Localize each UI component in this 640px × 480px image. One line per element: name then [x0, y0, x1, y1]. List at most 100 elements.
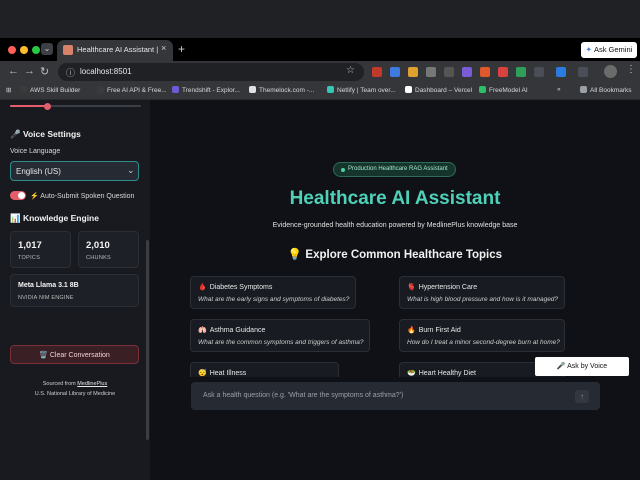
- folder-icon: [580, 86, 587, 93]
- bookmark-label: Netlify | Team over...: [337, 87, 396, 94]
- extensions-puzzle-icon[interactable]: [578, 67, 588, 77]
- site-info-icon[interactable]: ⓘ: [66, 66, 75, 79]
- sidebar-slider-thumb[interactable]: [44, 103, 51, 110]
- extension-icon[interactable]: [498, 67, 508, 77]
- extension-icon[interactable]: [516, 67, 526, 77]
- topic-title-text: Heat Illness: [209, 370, 247, 377]
- chunks-count: 2,010: [86, 240, 110, 251]
- chat-input-placeholder: Ask a health question (e.g. 'What are th…: [203, 392, 404, 399]
- profile-avatar[interactable]: [604, 65, 617, 78]
- bookmark-label: Free AI API & Free...: [107, 87, 167, 94]
- topic-card-burn[interactable]: 🔥 Burn First Aid How do I treat a minor s…: [399, 319, 565, 352]
- topic-question: How do I treat a minor second-degree bur…: [407, 339, 560, 346]
- chevron-down-icon: ⌄: [127, 165, 135, 175]
- send-arrow-icon[interactable]: ↑: [575, 390, 589, 403]
- sidebar-slider-fill: [10, 105, 47, 107]
- bookmarks-bar: ⊞ AWS Skill Builder Free AI API & Free..…: [0, 83, 640, 100]
- badge-label: Production Healthcare RAG Assistant: [348, 166, 448, 172]
- window-minimize-button[interactable]: [20, 46, 28, 54]
- all-bookmarks-button[interactable]: All Bookmarks: [580, 86, 632, 94]
- bookmark-item[interactable]: Dashboard – Vercel: [405, 86, 472, 94]
- bookmark-item[interactable]: Free AI API & Free...: [97, 86, 167, 94]
- window-close-button[interactable]: [8, 46, 16, 54]
- bookmark-item[interactable]: Themelock.com -...: [249, 86, 314, 94]
- ask-gemini-label: Ask Gemini: [593, 45, 633, 54]
- new-tab-button[interactable]: +: [178, 42, 185, 56]
- toggle-knob: [18, 192, 25, 199]
- extension-icon[interactable]: [372, 67, 382, 77]
- bookmark-apps-grid-icon[interactable]: ⊞: [6, 86, 11, 94]
- bookmark-star-icon[interactable]: ☆: [346, 65, 355, 76]
- extension-icon[interactable]: [426, 67, 436, 77]
- medlineplus-link[interactable]: MedlinePlus: [77, 381, 107, 387]
- topics-stat-card: 1,017 TOPICS: [10, 231, 71, 268]
- bookmark-favicon-icon: [172, 86, 179, 93]
- bookmark-favicon-icon: [405, 86, 412, 93]
- ask-gemini-button[interactable]: ✦ Ask Gemini: [581, 42, 637, 58]
- topic-title-text: Diabetes Symptoms: [209, 284, 273, 291]
- topic-title-text: Hypertension Care: [418, 284, 478, 291]
- source-organization: U.S. National Library of Medicine: [34, 391, 116, 397]
- all-bookmarks-label: All Bookmarks: [590, 87, 632, 94]
- extension-icon[interactable]: [408, 67, 418, 77]
- tab-close-icon[interactable]: ×: [161, 43, 166, 53]
- topic-title: 😴 Heat Illness: [198, 369, 246, 377]
- bookmark-favicon-icon: [97, 86, 104, 93]
- source-attribution: Sourced from MedlinePlus: [0, 381, 150, 387]
- topic-title: 🩸 Diabetes Symptoms: [198, 283, 272, 291]
- tab-search-chevron-icon[interactable]: ⌄: [41, 43, 53, 55]
- clear-conversation-label: 🗑️ Clear Conversation: [39, 352, 110, 359]
- explore-topics-heading: 💡 Explore Common Healthcare Topics: [287, 249, 503, 261]
- browser-menu-icon[interactable]: ⋮: [626, 64, 636, 75]
- bookmark-item[interactable]: Trendshift - Explor...: [172, 86, 240, 94]
- ask-by-voice-button[interactable]: 🎤 Ask by Voice: [535, 357, 629, 376]
- extension-icon[interactable]: [390, 67, 400, 77]
- address-bar[interactable]: ⓘ localhost:8501 ☆: [58, 63, 364, 81]
- bookmarks-overflow-button[interactable]: »: [557, 86, 561, 93]
- window-maximize-button[interactable]: [32, 46, 40, 54]
- bookmark-favicon-icon: [327, 86, 334, 93]
- topic-card-diabetes[interactable]: 🩸 Diabetes Symptoms What are the early si…: [190, 276, 356, 309]
- extension-icon[interactable]: [462, 67, 472, 77]
- tab-favicon-icon: [63, 45, 73, 55]
- bookmark-item[interactable]: FreeModel AI: [479, 86, 528, 94]
- extension-icon[interactable]: [444, 67, 454, 77]
- topic-question: What is high blood pressure and how is i…: [407, 296, 559, 303]
- bookmark-item[interactable]: Netlify | Team over...: [327, 86, 396, 94]
- extension-icon[interactable]: [534, 67, 544, 77]
- tab-title: Healthcare AI Assistant | Medi: [77, 45, 159, 54]
- sidebar-scrollbar[interactable]: [146, 240, 149, 440]
- production-badge: Production Healthcare RAG Assistant: [333, 162, 456, 177]
- bookmark-item[interactable]: AWS Skill Builder: [20, 86, 80, 94]
- browser-tab-active[interactable]: Healthcare AI Assistant | Medi ×: [57, 40, 173, 61]
- voice-settings-heading: 🎤 Voice Settings: [10, 129, 81, 139]
- bookmark-favicon-icon: [249, 86, 256, 93]
- clear-conversation-button[interactable]: 🗑️ Clear Conversation: [10, 345, 139, 364]
- auto-submit-toggle[interactable]: [10, 191, 26, 200]
- topic-card-asthma[interactable]: 🫁 Asthma Guidance What are the common sym…: [190, 319, 370, 352]
- bookmark-favicon-icon: [20, 86, 27, 93]
- bookmark-label: Themelock.com -...: [259, 87, 315, 94]
- bookmark-label: Dashboard – Vercel: [415, 87, 473, 94]
- blood-drop-icon: 🩸: [198, 284, 207, 291]
- bookmark-label: FreeModel AI: [489, 87, 528, 94]
- ask-by-voice-label: 🎤 Ask by Voice: [556, 363, 608, 370]
- sidebar: 🎤 Voice Settings Voice Language English …: [0, 100, 150, 480]
- chat-input[interactable]: Ask a health question (e.g. 'What are th…: [191, 382, 600, 410]
- bookmark-favicon-icon: [479, 86, 486, 93]
- lungs-icon: 🫁: [198, 327, 207, 334]
- topic-title-text: Asthma Guidance: [209, 327, 266, 334]
- topic-question: What are the common symptoms and trigger…: [198, 339, 364, 346]
- chunks-stat-card: 2,010 CHUNKS: [78, 231, 139, 268]
- voice-language-select[interactable]: English (US) ⌄: [10, 161, 139, 181]
- browser-toolbar: ← → ↻ ⓘ localhost:8501 ☆ ⋮: [0, 61, 640, 83]
- topic-card-hypertension[interactable]: 🫀 Hypertension Care What is high blood pr…: [399, 276, 565, 309]
- extension-icon[interactable]: [556, 67, 566, 77]
- chat-input-area: Ask a health question (e.g. 'What are th…: [150, 377, 640, 480]
- reload-icon[interactable]: ↻: [40, 65, 49, 78]
- url-text: localhost:8501: [80, 67, 132, 76]
- browser-tab-bar: [0, 0, 640, 38]
- forward-arrow-icon[interactable]: →: [24, 65, 35, 77]
- extension-icon[interactable]: [480, 67, 490, 77]
- back-arrow-icon[interactable]: ←: [8, 65, 19, 77]
